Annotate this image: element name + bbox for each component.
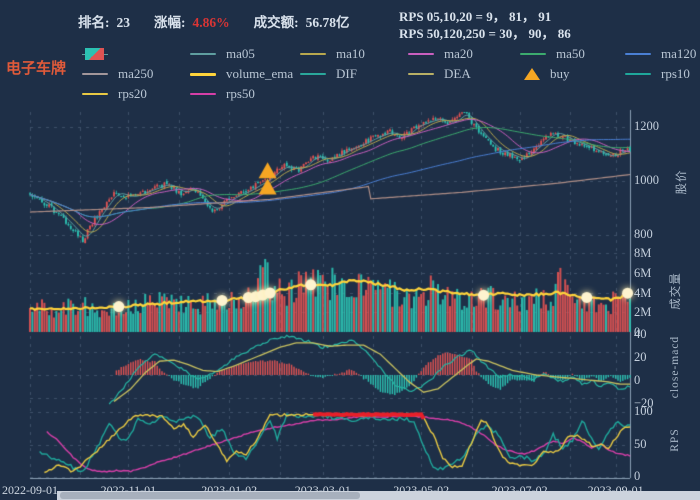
dea-swatch-icon [408,73,434,75]
legend-item-dea[interactable]: DEA [408,66,471,82]
rps-summary-line2: RPS 50,120,250 = 30， 90， 86 [399,23,571,42]
panel-label-0: 股价 [673,132,689,232]
rps50-swatch-icon [190,93,216,95]
rps20-swatch-icon [82,93,108,95]
legend-item-dif[interactable]: DIF [300,66,357,82]
legend-label-ma120: ma120 [661,46,696,62]
rps-tick-0: 0 [634,469,640,484]
legend-label-ma10: ma10 [336,46,365,62]
legend-item-rps10[interactable]: rps10 [625,66,690,82]
legend-item-ma50[interactable]: ma50 [520,46,585,62]
price-tick-1200: 1200 [634,119,659,134]
macd-tick-20: 20 [634,350,647,365]
legend-label-ma05: ma05 [226,46,255,62]
legend-label-dea: DEA [444,66,471,82]
legend-item-ma05[interactable]: ma05 [190,46,255,62]
rank-label: 排名: [78,15,110,30]
horizontal-scrollbar[interactable] [57,491,700,500]
legend-label-buy: buy [550,66,570,82]
legend-item-ma120[interactable]: ma120 [625,46,696,62]
legend-item-buy[interactable]: buy [520,66,570,82]
ma10-swatch-icon [300,53,326,55]
panel-label-3: RPS [669,390,681,490]
ma50-swatch-icon [520,53,546,55]
legend-label-ma20: ma20 [444,46,473,62]
volume_ema-swatch-icon [190,73,216,76]
volume-tick-4M: 4M [634,286,651,301]
price-tick-800: 800 [634,227,653,242]
legend-item-rps20[interactable]: rps20 [82,86,147,102]
stock-chart-window: 排名:23涨幅:4.86%成交额:56.78亿 RPS 05,10,20 = 9… [0,0,700,500]
volume-tick-2M: 2M [634,305,651,320]
turnover-value: 56.78亿 [306,15,350,30]
legend-item-ma250[interactable]: ma250 [82,66,153,82]
rank-value: 23 [117,15,131,30]
volume-tick-8M: 8M [634,246,651,261]
ma05-swatch-icon [190,53,216,55]
rps-tick-100: 100 [634,404,653,419]
rps10-swatch-icon [625,73,651,75]
turnover-label: 成交额: [254,15,299,30]
rps-tick-50: 50 [634,437,647,452]
price-tick-1000: 1000 [634,173,659,188]
ma250-swatch-icon [82,73,108,75]
legend-item-rps50[interactable]: rps50 [190,86,255,102]
dif-swatch-icon [300,73,326,75]
legend-label-ma250: ma250 [118,66,153,82]
legend-label-rps50: rps50 [226,86,255,102]
macd-tick-40: 40 [634,327,647,342]
candle-swatch-icon [82,48,108,61]
page-title: 电子车牌 [6,57,66,78]
scrollbar-thumb[interactable] [60,492,360,499]
ma120-swatch-icon [625,53,651,55]
legend-label-rps20: rps20 [118,86,147,102]
legend-item-volume_ema[interactable]: volume_ema [190,66,293,82]
legend-label-rps10: rps10 [661,66,690,82]
legend-label-dif: DIF [336,66,357,82]
legend-item-ma10[interactable]: ma10 [300,46,365,62]
change-value: 4.86% [193,15,230,30]
legend-item-candle[interactable] [82,46,108,62]
legend-label-ma50: ma50 [556,46,585,62]
macd-tick-0: 0 [634,373,640,388]
legend-item-ma20[interactable]: ma20 [408,46,473,62]
change-label: 涨幅: [154,15,186,30]
volume-tick-6M: 6M [634,266,651,281]
candle-swatch-icon [85,48,104,60]
buy-swatch-icon [524,68,540,80]
legend-label-volume_ema: volume_ema [226,66,293,82]
ma20-swatch-icon [408,53,434,55]
header-stats: 排名: 23 涨幅: 4.86% 成交额: 56.78亿 [78,11,350,31]
